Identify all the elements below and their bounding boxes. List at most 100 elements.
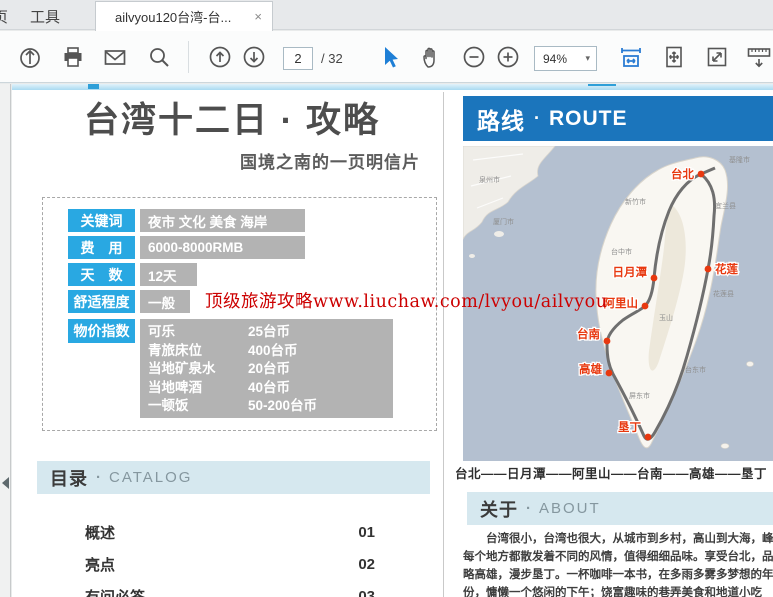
zoom-level-value: 94% [535, 52, 585, 66]
map-minor-label: 玉山 [659, 313, 673, 322]
route-dot: · [534, 108, 540, 129]
price-item-value: 50-200台币 [248, 394, 317, 414]
map-minor-label: 屏东市 [629, 391, 650, 400]
catalog-item: 概述01 [85, 516, 375, 548]
page-display-options-icon[interactable] [746, 44, 772, 70]
city-marker-dot [698, 171, 705, 178]
pdf-reader-window: 页 工具 ailvyou120台湾-台... × / 32 [0, 0, 773, 597]
price-item: 当地矿泉水20台币 [148, 358, 393, 377]
city-marker-label: 台南 [577, 327, 600, 341]
select-tool-icon[interactable] [377, 44, 403, 70]
sidebar-collapse-icon[interactable] [2, 477, 9, 489]
email-icon[interactable] [102, 44, 128, 70]
document-view[interactable]: 台湾十二日 · 攻略 国境之南的一页明信片 关键词夜市 文化 美食 海岸费 用6… [0, 84, 773, 597]
watermark-text: 顶级旅游攻略www.liuchaw.com/lvyou/ailvyou [205, 288, 607, 313]
about-dot: · [526, 500, 531, 517]
route-title-zh: 路线 [477, 102, 525, 136]
map-minor-label: 泉州市 [479, 175, 500, 184]
next-page-icon[interactable] [241, 44, 267, 70]
catalog-item: 亮点02 [85, 548, 375, 580]
page-number-input[interactable] [283, 47, 313, 70]
map-minor-label: 台东市 [685, 365, 706, 374]
pdf-page: 台湾十二日 · 攻略 国境之南的一页明信片 关键词夜市 文化 美食 海岸费 用6… [12, 84, 773, 597]
city-marker-dot [604, 338, 611, 345]
zoom-level-select[interactable]: 94% ▾ [534, 46, 597, 71]
map-minor-label: 基隆市 [729, 155, 750, 164]
toolbar: / 32 94% ▾ [0, 31, 773, 83]
hand-tool-icon[interactable] [419, 44, 445, 70]
sidebar-strip [0, 84, 11, 597]
actual-size-icon[interactable] [704, 44, 730, 70]
page-total-label: / 32 [321, 51, 343, 66]
about-section-header: 关于 · ABOUT [467, 492, 773, 525]
city-marker-dot [705, 266, 712, 273]
about-line: 每个地方都散发着不同的风情，值得细细品味。享受台北，品 [463, 548, 773, 566]
about-line: 台湾很小，台湾也很大，从城市到乡村，高山到大海，峰 [463, 530, 773, 548]
catalog-item: 有问必答03 [85, 580, 375, 597]
map-minor-label: 厦门市 [493, 217, 514, 226]
catalog-title-zh: 目录 [50, 465, 88, 491]
price-item: 一顿饭50-200台币 [148, 395, 393, 414]
price-index-label: 物价指数 [68, 319, 135, 343]
info-row: 费 用6000-8000RMB [68, 236, 305, 259]
search-icon[interactable] [146, 44, 172, 70]
about-title-zh: 关于 [480, 496, 518, 522]
catalog-item-page: 01 [358, 524, 375, 541]
price-item-name: 青旅床位 [148, 339, 248, 359]
city-marker-label: 高雄 [579, 362, 602, 376]
info-label: 关键词 [68, 209, 135, 232]
route-caption: 台北——日月潭——阿里山——台南——高雄——垦丁 [455, 463, 773, 482]
catalog-dot: · [96, 469, 101, 486]
city-marker-dot [645, 434, 652, 441]
price-item: 当地啤酒40台币 [148, 377, 393, 396]
previous-page-edge [12, 84, 773, 90]
price-item-value: 40台币 [248, 376, 290, 396]
route-title-en: ROUTE [549, 107, 628, 131]
city-marker-label: 垦丁 [618, 421, 641, 434]
catalog-section-header: 目录 · CATALOG [37, 461, 430, 494]
tab-bar: 页 工具 ailvyou120台湾-台... × [0, 0, 773, 30]
catalog-item-page: 02 [358, 556, 375, 573]
info-value: 6000-8000RMB [140, 236, 305, 259]
tab-home-partial[interactable]: 页 [0, 6, 8, 27]
map-minor-label: 新竹市 [625, 197, 646, 206]
fit-width-icon[interactable] [618, 44, 644, 70]
zoom-out-icon[interactable] [461, 44, 487, 70]
price-item-name: 一顿饭 [148, 394, 248, 414]
catalog-item-name: 有问必答 [85, 586, 358, 597]
document-tab[interactable]: ailvyou120台湾-台... × [95, 1, 273, 31]
previous-page-icon[interactable] [207, 44, 233, 70]
catalog-item-name: 亮点 [85, 554, 358, 575]
share-upload-icon[interactable] [17, 44, 43, 70]
close-tab-icon[interactable]: × [254, 10, 262, 23]
price-list: 可乐25台币青旅床位400台币当地矿泉水20台币当地啤酒40台币一顿饭50-20… [140, 319, 393, 418]
info-label: 费 用 [68, 236, 135, 259]
about-text: 台湾很小，台湾也很大，从城市到乡村，高山到大海，峰每个地方都散发着不同的风情，值… [463, 530, 773, 597]
info-row: 天 数12天 [68, 263, 305, 286]
info-value: 一般 [140, 290, 190, 313]
route-section-header: 路线 · ROUTE [463, 96, 773, 141]
print-icon[interactable] [60, 44, 86, 70]
price-item-value: 25台币 [248, 320, 290, 340]
city-marker-dot [642, 303, 649, 310]
city-marker-label: 日月潭 [613, 265, 648, 279]
info-label: 天 数 [68, 263, 135, 286]
price-item-value: 400台币 [248, 339, 298, 359]
price-index-row: 物价指数 可乐25台币青旅床位400台币当地矿泉水20台币当地啤酒40台币一顿饭… [68, 319, 393, 418]
map-minor-label: 花莲县 [713, 289, 734, 298]
zoom-in-icon[interactable] [495, 44, 521, 70]
catalog-title-en: CATALOG [109, 469, 192, 486]
toolbar-separator [188, 41, 189, 73]
price-item-value: 20台币 [248, 357, 290, 377]
price-item-name: 当地啤酒 [148, 376, 248, 396]
info-value: 12天 [140, 263, 197, 286]
tab-tools[interactable]: 工具 [30, 6, 60, 27]
map-minor-label: 台中市 [611, 247, 632, 256]
city-marker-dot [651, 275, 658, 282]
price-item: 青旅床位400台币 [148, 340, 393, 359]
chevron-down-icon: ▾ [585, 53, 596, 64]
fit-page-icon[interactable] [661, 44, 687, 70]
price-item-name: 可乐 [148, 320, 248, 340]
about-line: 份，慵懒一个悠闲的下午；饶富趣味的巷弄美食和地道小吃 [463, 584, 773, 597]
catalog-item-page: 03 [358, 588, 375, 597]
